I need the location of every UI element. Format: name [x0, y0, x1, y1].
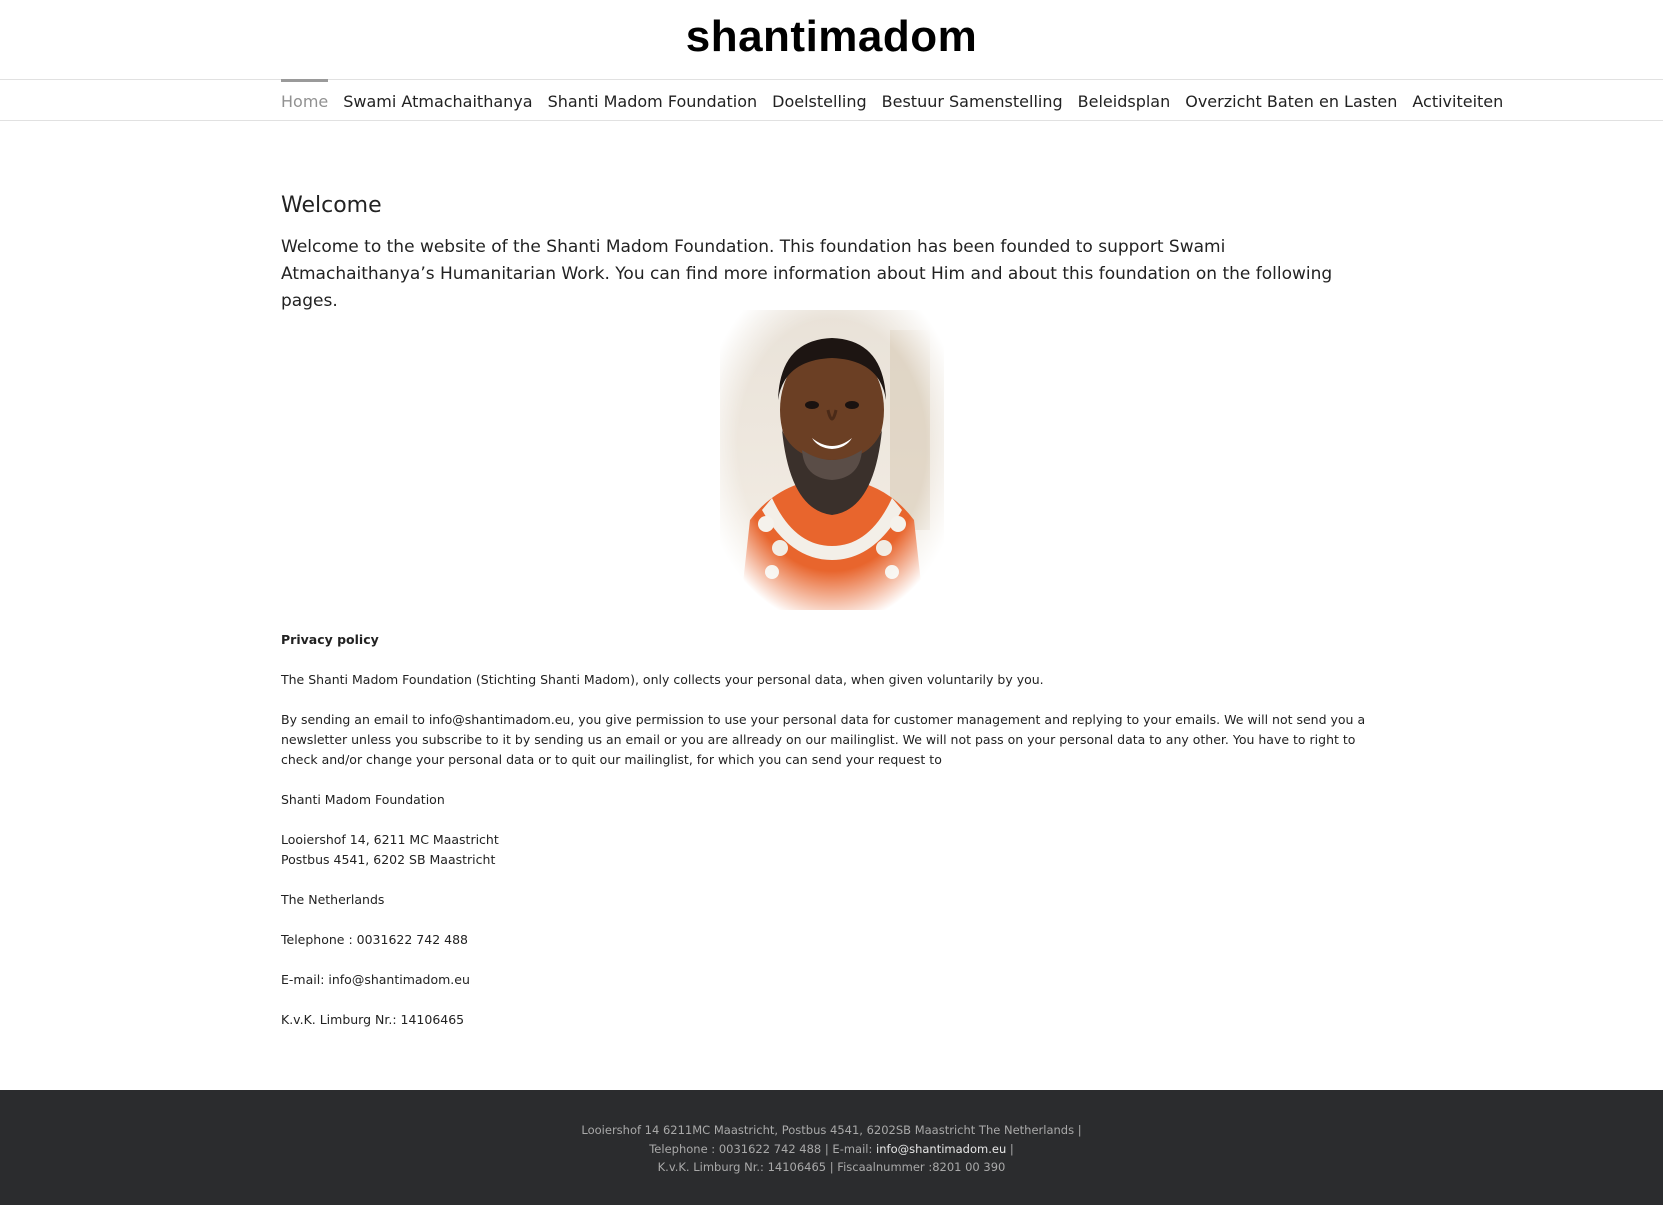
- privacy-address-line-1: Looiershof 14, 6211 MC Maastricht: [281, 832, 499, 847]
- nav-item-overzicht-baten-en-lasten[interactable]: Overzicht Baten en Lasten: [1185, 80, 1397, 121]
- swami-portrait: [720, 310, 944, 610]
- footer-separator: |: [1006, 1141, 1014, 1156]
- main-nav: Home Swami Atmachaithanya Shanti Madom F…: [0, 79, 1663, 121]
- privacy-paragraph-1: The Shanti Madom Foundation (Stichting S…: [281, 672, 1044, 687]
- page-title: Welcome: [281, 193, 382, 218]
- privacy-email: E-mail: info@shantimadom.eu: [281, 972, 470, 987]
- privacy-address: Looiershof 14, 6211 MC Maastricht Postbu…: [281, 830, 1381, 870]
- nav-item-home[interactable]: Home: [281, 79, 329, 121]
- site-logo[interactable]: shantimadom: [0, 12, 1663, 62]
- intro-text: Welcome to the website of the Shanti Mad…: [281, 237, 1333, 311]
- privacy-org: Shanti Madom Foundation: [281, 792, 445, 807]
- footer-email-link[interactable]: info@shantimadom.eu: [876, 1142, 1006, 1156]
- nav-item-shanti-madom-foundation[interactable]: Shanti Madom Foundation: [548, 80, 758, 121]
- nav-item-activiteiten[interactable]: Activiteiten: [1412, 80, 1503, 121]
- privacy-kvk: K.v.K. Limburg Nr.: 14106465: [281, 1012, 465, 1027]
- footer-line-2: Telephone : 0031622 742 488 | E-mail: in…: [0, 1140, 1663, 1159]
- nav-item-beleidsplan[interactable]: Beleidsplan: [1078, 80, 1171, 121]
- nav-item-bestuur-samenstelling[interactable]: Bestuur Samenstelling: [882, 80, 1063, 121]
- privacy-paragraph-2: By sending an email to info@shantimadom.…: [281, 712, 1366, 767]
- privacy-country: The Netherlands: [281, 892, 385, 907]
- privacy-telephone: Telephone : 0031622 742 488: [281, 932, 468, 947]
- privacy-heading: Privacy policy: [281, 632, 379, 647]
- footer-line-3: K.v.K. Limburg Nr.: 14106465 | Fiscaalnu…: [657, 1160, 1006, 1174]
- site-footer: Looiershof 14 6211MC Maastricht, Postbus…: [0, 1090, 1663, 1205]
- site-header: shantimadom: [0, 0, 1663, 80]
- nav-item-doelstelling[interactable]: Doelstelling: [772, 80, 866, 121]
- nav-item-swami-atmachaithanya[interactable]: Swami Atmachaithanya: [343, 80, 532, 121]
- main-content: Welcome Welcome to the website of the Sh…: [281, 190, 1381, 315]
- privacy-address-line-2: Postbus 4541, 6202 SB Maastricht: [281, 852, 496, 867]
- footer-telephone: Telephone : 0031622 742 488 | E-mail:: [649, 1141, 877, 1156]
- portrait-image: [720, 310, 944, 610]
- footer-line-1: Looiershof 14 6211MC Maastricht, Postbus…: [581, 1123, 1082, 1137]
- privacy-section: Privacy policy The Shanti Madom Foundati…: [281, 630, 1381, 1050]
